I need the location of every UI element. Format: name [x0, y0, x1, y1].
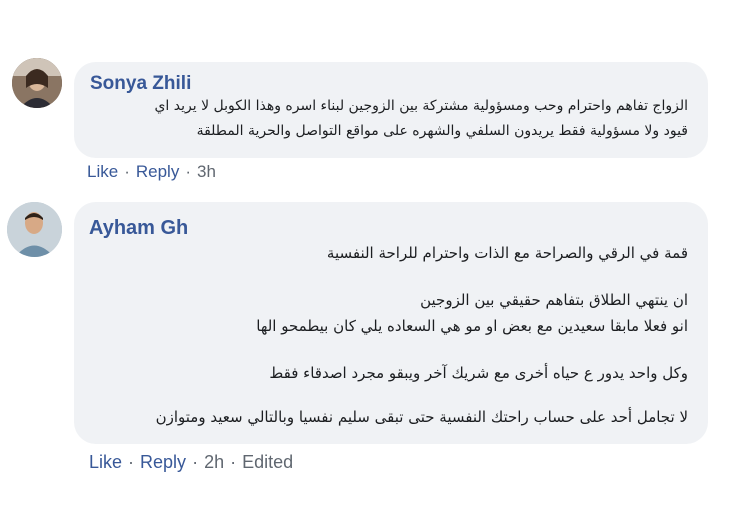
- comment-bubble: Sonya Zhili الزواج تفاهم واحترام وحب ومس…: [74, 62, 708, 158]
- reply-button[interactable]: Reply: [140, 452, 186, 473]
- comment-text: لا تجامل أحد على حساب راحتك النفسية حتى …: [155, 408, 688, 426]
- comment-actions: Like · Reply · 2h · Edited: [89, 452, 293, 473]
- comment-text: قيود ولا مسؤولية فقط يريدون السلفي والشه…: [196, 123, 688, 139]
- separator: ·: [128, 452, 135, 472]
- reply-button[interactable]: Reply: [136, 162, 179, 182]
- comment-author[interactable]: Sonya Zhili: [90, 73, 191, 95]
- comment-author[interactable]: Ayham Gh: [89, 217, 188, 240]
- comment-actions: Like · Reply · 3h: [87, 162, 216, 182]
- comment-text: ان ينتهي الطلاق بتفاهم حقيقي بين الزوجين: [420, 291, 688, 309]
- comment-text: وكل واحد يدور ع حياه أخرى مع شريك آخر وي…: [269, 364, 688, 382]
- like-button[interactable]: Like: [87, 162, 118, 182]
- separator: ·: [230, 452, 237, 472]
- profile-photo-icon: [7, 202, 62, 257]
- timestamp[interactable]: 2h: [204, 452, 224, 473]
- comment-bubble: Ayham Gh قمة في الرقي والصراحة مع الذات …: [74, 202, 708, 444]
- avatar[interactable]: [12, 58, 62, 108]
- like-button[interactable]: Like: [89, 452, 122, 473]
- comment-text: الزواج تفاهم واحترام وحب ومسؤولية مشتركة…: [154, 98, 688, 114]
- separator: ·: [185, 162, 191, 181]
- separator: ·: [124, 162, 130, 181]
- comment-text: قمة في الرقي والصراحة مع الذات واحترام ل…: [326, 244, 688, 262]
- profile-photo-icon: [12, 58, 62, 108]
- edited-label[interactable]: Edited: [242, 452, 293, 473]
- separator: ·: [192, 452, 199, 472]
- timestamp[interactable]: 3h: [197, 162, 216, 182]
- avatar[interactable]: [7, 202, 62, 257]
- comment-text: انو فعلا مابقا سعيدين مع بعض او مو هي ال…: [256, 317, 688, 335]
